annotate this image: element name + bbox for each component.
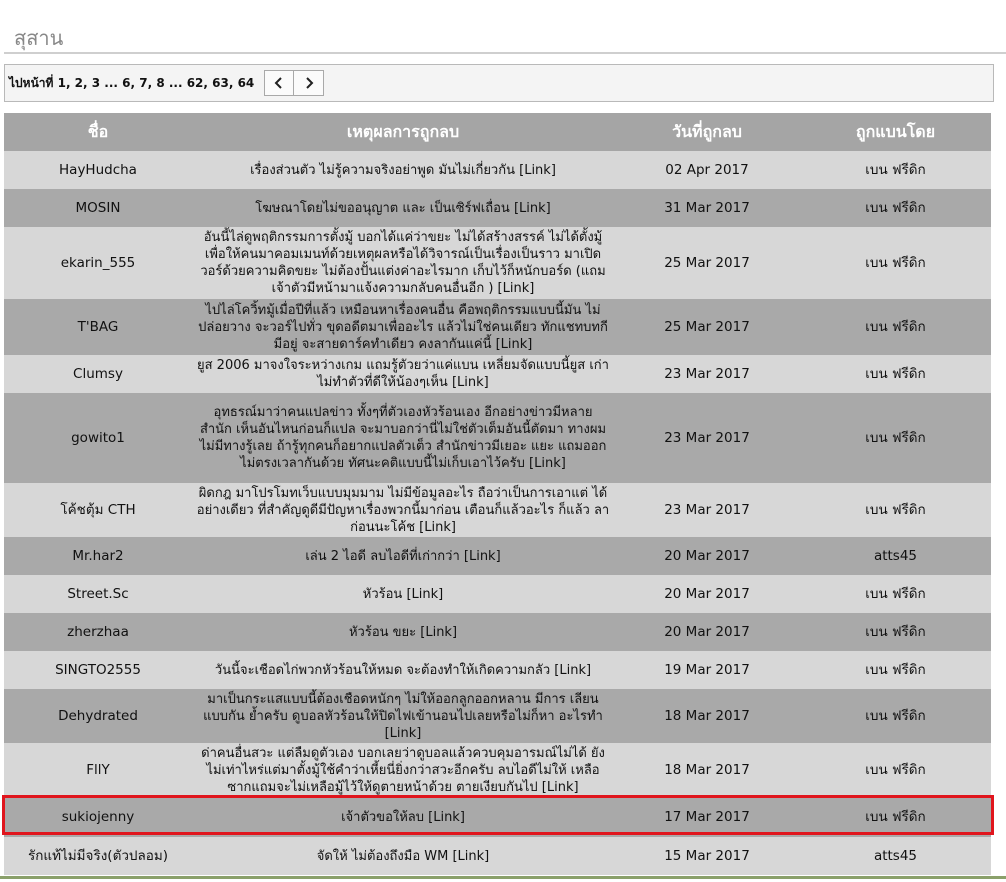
user-name-cell[interactable]: gowito1 — [4, 393, 192, 483]
table-row: FllY ด่าคนอื่นสวะ แต่ลืมดูตัวเอง บอกเลยว่… — [4, 743, 991, 797]
ban-reason-cell: เล่น 2 ไอดี ลบไอดีที่เก่ากว่า [Link] — [192, 537, 614, 575]
chevron-right-icon — [306, 77, 314, 89]
ban-date-cell: 20 Mar 2017 — [614, 575, 800, 613]
ban-reason-cell: เจ้าตัวขอให้ลบ [Link] — [192, 797, 614, 837]
ban-date-cell: 18 Mar 2017 — [614, 743, 800, 797]
ban-reason-cell: ไปไล่โควิ้ทมู้เมื่อปีที่แล้ว เหมือนหาเรื… — [192, 299, 614, 355]
title-divider — [4, 52, 1006, 54]
next-page-button[interactable] — [294, 70, 325, 96]
page-title: สุสาน — [14, 26, 64, 50]
user-name-cell[interactable]: Dehydrated — [4, 689, 192, 743]
user-name-cell[interactable]: รักแท้ไม่มีจริง(ตัวปลอม) — [4, 837, 192, 875]
ban-reason-cell: หัวร้อน [Link] — [192, 575, 614, 613]
ban-reason-cell: มาเป็นกระแสแบบนี้ต้องเชือดหนักๆ ไม่ให้ออ… — [192, 689, 614, 743]
user-name-cell[interactable]: MOSIN — [4, 189, 192, 227]
ban-reason-cell: หัวร้อน ขยะ [Link] — [192, 613, 614, 651]
table-row: SINGTO2555 วันนี้จะเชือดไก่พวกหัวร้อนให้ห… — [4, 651, 991, 689]
column-header-date: วันที่ถูกลบ — [614, 113, 800, 151]
footer-divider — [0, 876, 1006, 879]
user-name-cell[interactable]: T'BAG — [4, 299, 192, 355]
ban-date-cell: 18 Mar 2017 — [614, 689, 800, 743]
column-header-name: ชื่อ — [4, 113, 192, 151]
banned-by-cell[interactable]: เบน ฟรีดิก — [800, 299, 991, 355]
banned-by-cell[interactable]: เบน ฟรีดิก — [800, 227, 991, 299]
banned-by-cell[interactable]: เบน ฟรีดิก — [800, 393, 991, 483]
pagination-text[interactable]: ไปหน้าที่ 1, 2, 3 ... 6, 7, 8 ... 62, 63… — [9, 74, 254, 93]
ban-reason-cell: ผิดกฎ มาโปรโมทเว็บแบบมุมมาม ไม่มีข้อมูลอ… — [192, 483, 614, 537]
ban-date-cell: 23 Mar 2017 — [614, 483, 800, 537]
banned-by-cell[interactable]: atts45 — [800, 537, 991, 575]
banned-by-cell[interactable]: atts45 — [800, 837, 991, 875]
banned-by-cell[interactable]: เบน ฟรีดิก — [800, 189, 991, 227]
banned-by-cell[interactable]: เบน ฟรีดิก — [800, 651, 991, 689]
ban-reason-cell: เรื่องส่วนตัว ไม่รู้ความจริงอย่าพูด มันไ… — [192, 151, 614, 189]
banned-by-cell[interactable]: เบน ฟรีดิก — [800, 483, 991, 537]
banned-by-cell[interactable]: เบน ฟรีดิก — [800, 689, 991, 743]
table-row: MOSIN โฆษณาโดยไม่ขออนุญาต และ เป็นเซิร์ฟเ… — [4, 189, 991, 227]
ban-date-cell: 23 Mar 2017 — [614, 355, 800, 393]
ban-reason-cell: อุทธรณ์มาว่าคนแปลข่าว ทั้งๆที่ตัวเองหัวร… — [192, 393, 614, 483]
table-row: HayHudcha เรื่องส่วนตัว ไม่รู้ความจริงอย่… — [4, 151, 991, 189]
user-name-cell[interactable]: zherzhaa — [4, 613, 192, 651]
ban-date-cell: 20 Mar 2017 — [614, 613, 800, 651]
ban-date-cell: 15 Mar 2017 — [614, 837, 800, 875]
banned-by-cell[interactable]: เบน ฟรีดิก — [800, 151, 991, 189]
ban-date-cell: 17 Mar 2017 — [614, 797, 800, 837]
ban-date-cell: 20 Mar 2017 — [614, 537, 800, 575]
chevron-left-icon — [274, 77, 282, 89]
table-row: Dehydrated มาเป็นกระแสแบบนี้ต้องเชือดหนัก… — [4, 689, 991, 743]
pagination-buttons — [264, 70, 325, 96]
user-name-cell[interactable]: โค้ชตุ้ม CTH — [4, 483, 192, 537]
banned-by-cell[interactable]: เบน ฟรีดิก — [800, 743, 991, 797]
user-name-cell[interactable]: FllY — [4, 743, 192, 797]
table-row: gowito1 อุทธรณ์มาว่าคนแปลข่าว ทั้งๆที่ตัว… — [4, 393, 991, 483]
table-row: Street.Sc หัวร้อน [Link] 20 Mar 2017 เบน ฟร… — [4, 575, 991, 613]
ban-reason-cell: ด่าคนอื่นสวะ แต่ลืมดูตัวเอง บอกเลยว่าดูบ… — [192, 743, 614, 797]
table-row: sukiojenny เจ้าตัวขอให้ลบ [Link] 17 Mar 20… — [4, 797, 991, 837]
table-row: zherzhaa หัวร้อน ขยะ [Link] 20 Mar 2017 เบน… — [4, 613, 991, 651]
table-row: โค้ชตุ้ม CTH ผิดกฎ มาโปรโมทเว็บแบบมุมมาม … — [4, 483, 991, 537]
ban-reason-cell: อันนี้ไล่ดูพฤติกรรมการตั้งมู้ บอกได้แค่ว… — [192, 227, 614, 299]
ban-date-cell: 31 Mar 2017 — [614, 189, 800, 227]
user-name-cell[interactable]: SINGTO2555 — [4, 651, 192, 689]
ban-date-cell: 25 Mar 2017 — [614, 227, 800, 299]
table-row: Clumsy ยูส 2006 มาจงใจระหว่างเกม แถมรู้ตั… — [4, 355, 991, 393]
table-row: ekarin_555 อันนี้ไล่ดูพฤติกรรมการตั้งมู้ … — [4, 227, 991, 299]
column-header-reason: เหตุผลการถูกลบ — [192, 113, 614, 151]
user-name-cell[interactable]: Clumsy — [4, 355, 192, 393]
ban-date-cell: 25 Mar 2017 — [614, 299, 800, 355]
table-row: รักแท้ไม่มีจริง(ตัวปลอม) จัดให้ ไม่ต้องถึ… — [4, 837, 991, 875]
ban-date-cell: 19 Mar 2017 — [614, 651, 800, 689]
ban-date-cell: 02 Apr 2017 — [614, 151, 800, 189]
user-name-cell[interactable]: Street.Sc — [4, 575, 192, 613]
pagination-bar: ไปหน้าที่ 1, 2, 3 ... 6, 7, 8 ... 62, 63… — [4, 64, 994, 102]
ban-reason-cell: ยูส 2006 มาจงใจระหว่างเกม แถมรู้ตัวยว่าแ… — [192, 355, 614, 393]
ban-reason-cell: วันนี้จะเชือดไก่พวกหัวร้อนให้หมด จะต้องท… — [192, 651, 614, 689]
table-row: T'BAG ไปไล่โควิ้ทมู้เมื่อปีที่แล้ว เหมือน… — [4, 299, 991, 355]
user-name-cell[interactable]: sukiojenny — [4, 797, 192, 837]
banned-by-cell[interactable]: เบน ฟรีดิก — [800, 613, 991, 651]
table-row: Mr.har2 เล่น 2 ไอดี ลบไอดีที่เก่ากว่า [Li… — [4, 537, 991, 575]
ban-reason-cell: จัดให้ ไม่ต้องถึงมือ WM [Link] — [192, 837, 614, 875]
ban-reason-cell: โฆษณาโดยไม่ขออนุญาต และ เป็นเซิร์ฟเถื่อน… — [192, 189, 614, 227]
table-header-row: ชื่อ เหตุผลการถูกลบ วันที่ถูกลบ ถูกแบนโด… — [4, 113, 991, 151]
user-name-cell[interactable]: HayHudcha — [4, 151, 192, 189]
column-header-banned-by: ถูกแบนโดย — [800, 113, 991, 151]
banned-by-cell[interactable]: เบน ฟรีดิก — [800, 797, 991, 837]
user-name-cell[interactable]: Mr.har2 — [4, 537, 192, 575]
banned-by-cell[interactable]: เบน ฟรีดิก — [800, 355, 991, 393]
banned-by-cell[interactable]: เบน ฟรีดิก — [800, 575, 991, 613]
previous-page-button[interactable] — [264, 70, 295, 96]
banned-users-table: ชื่อ เหตุผลการถูกลบ วันที่ถูกลบ ถูกแบนโด… — [4, 113, 991, 875]
ban-date-cell: 23 Mar 2017 — [614, 393, 800, 483]
user-name-cell[interactable]: ekarin_555 — [4, 227, 192, 299]
